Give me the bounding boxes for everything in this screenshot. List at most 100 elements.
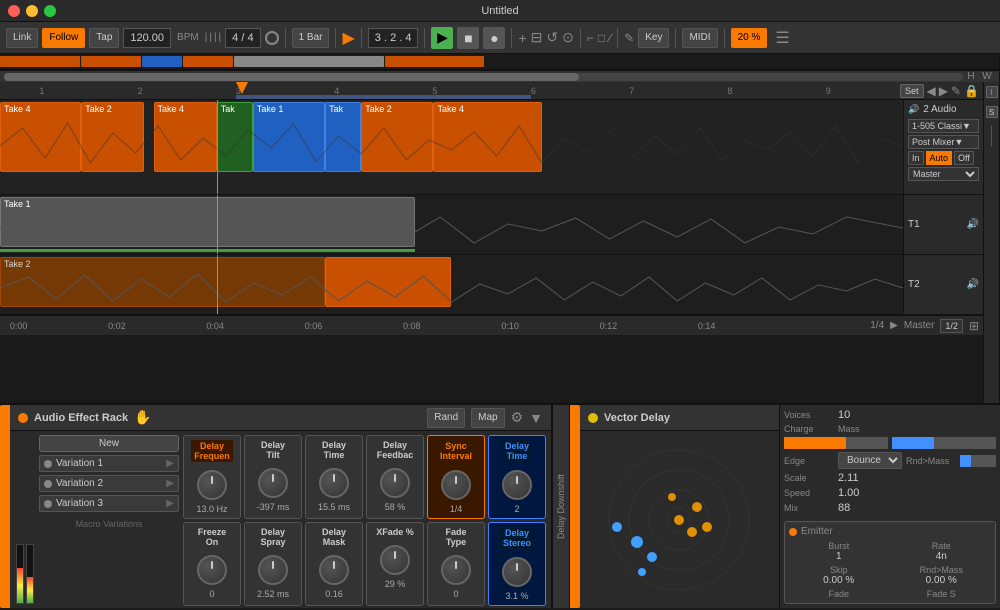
macro-variations-label: Macro Variations	[39, 519, 179, 529]
playhead-line-3	[217, 255, 218, 314]
speed-row: Speed 1.00	[784, 487, 996, 499]
track-3-mute[interactable]: 🔊	[967, 279, 979, 290]
play-button[interactable]: ▶	[431, 27, 453, 49]
knob-fade-type[interactable]	[441, 555, 471, 585]
track-content-2[interactable]: Take 1	[0, 195, 903, 254]
rack-content: New Variation 1 ▶ Variation 2 ▶	[10, 431, 551, 610]
post-mixer-select[interactable]: Post Mixer▼	[908, 135, 979, 149]
pencil-icon[interactable]: ✎	[624, 31, 634, 45]
auto-btn[interactable]: Auto	[926, 151, 953, 165]
playhead-triangle	[236, 82, 248, 94]
knob-delay-stereo[interactable]	[502, 557, 532, 587]
knob-delay-mask[interactable]	[319, 555, 349, 585]
knob-delay-freq[interactable]	[197, 470, 227, 500]
knob-delay-tilt[interactable]	[258, 468, 288, 498]
track-info-3: T2 🔊	[903, 255, 983, 314]
knob-freeze[interactable]	[197, 555, 227, 585]
rand-button[interactable]: Rand	[427, 408, 465, 428]
meter-right-fill	[27, 577, 33, 603]
knob-sync-interval[interactable]	[441, 470, 471, 500]
map-button[interactable]: Map	[471, 408, 504, 428]
new-button[interactable]: New	[39, 435, 179, 452]
side-tab-s[interactable]: S	[986, 106, 998, 118]
knob-delay-time-1[interactable]	[319, 468, 349, 498]
quantize-display[interactable]: 1 Bar	[292, 28, 330, 48]
knob-xfade[interactable]	[380, 545, 410, 575]
voices-row: Voices 10	[784, 409, 996, 421]
w-button[interactable]: W	[979, 71, 995, 83]
grid-icon[interactable]: ⊞	[969, 319, 979, 333]
key-button[interactable]: Key	[638, 28, 669, 48]
variation-1[interactable]: Variation 1 ▶	[39, 455, 179, 472]
side-tab-io[interactable]: I	[986, 86, 998, 98]
edge-dropdown[interactable]: Bounce	[838, 452, 902, 469]
speed-value: 1.00	[838, 487, 859, 499]
collapse-icon[interactable]: ▼	[529, 410, 543, 426]
scrollbar[interactable]: H W	[0, 70, 999, 82]
clip-button[interactable]: ⊟	[531, 29, 543, 46]
rack-right-strip	[570, 405, 580, 608]
track-content-3[interactable]: Take 2	[0, 255, 903, 314]
window-controls[interactable]	[8, 5, 56, 17]
off-btn[interactable]: Off	[954, 151, 974, 165]
track-2-mute[interactable]: 🔊	[967, 219, 979, 230]
variation-3[interactable]: Variation 3 ▶	[39, 495, 179, 512]
track-content-1[interactable]: Take 4 Take 2 Take 4 Tak Take 1 Tak Take…	[0, 100, 903, 194]
record-button[interactable]: ●	[483, 27, 505, 49]
add-button[interactable]: +	[518, 30, 526, 46]
voices-value: 10	[838, 409, 850, 421]
maximize-button[interactable]	[44, 5, 56, 17]
nav-left[interactable]: ◀	[927, 84, 936, 98]
time-sig-display[interactable]: 4 / 4	[225, 28, 260, 48]
master-select[interactable]: Master	[908, 167, 979, 181]
full-rack: Audio Effect Rack ✋ Rand Map ⚙ ▼	[0, 405, 580, 608]
variation-2[interactable]: Variation 2 ▶	[39, 475, 179, 492]
rack-power-indicator	[18, 413, 28, 423]
loop-button[interactable]: ↺	[546, 29, 558, 46]
zoom-display[interactable]: 20 %	[731, 28, 768, 48]
mass-bar-fill	[892, 437, 934, 449]
rnd-mass-label: Rnd>Mass	[906, 456, 956, 466]
menu-icon[interactable]: ☰	[775, 28, 789, 48]
minimize-button[interactable]	[26, 5, 38, 17]
effects-row-2: FreezeOn 0 DelaySpray 2.52 ms	[183, 522, 546, 606]
tool-icon-3[interactable]: ∕	[609, 31, 611, 45]
rnd-mass-bar[interactable]	[960, 455, 996, 467]
module-delay-freq: DelayFrequen 13.0 Hz	[183, 435, 241, 519]
rewind-button[interactable]: ▶	[342, 28, 354, 48]
lock-icon[interactable]: 🔒	[964, 84, 979, 98]
stop-button[interactable]: ■	[457, 27, 479, 49]
follow-button[interactable]: Follow	[42, 28, 85, 48]
h-button[interactable]: H	[963, 71, 979, 83]
knob-delay-feed[interactable]	[380, 468, 410, 498]
pencil-icon-2[interactable]: ✎	[951, 84, 961, 98]
fraction-display[interactable]: 1/2	[940, 319, 963, 333]
playhead-line	[217, 100, 218, 194]
play-icon[interactable]: ▶	[890, 320, 898, 331]
emitter-header: Emitter	[789, 526, 991, 537]
charge-bar[interactable]	[784, 437, 888, 449]
module-delay-time-1-title: DelayTime	[322, 440, 346, 460]
close-button[interactable]	[8, 5, 20, 17]
meter-display: ||||	[205, 32, 221, 43]
set-button[interactable]: Set	[900, 84, 924, 98]
mass-bar[interactable]	[892, 437, 996, 449]
midi-button[interactable]: MIDI	[682, 28, 717, 48]
in-btn[interactable]: In	[908, 151, 924, 165]
settings-icon[interactable]: ⚙	[511, 409, 524, 426]
tool-icon-2[interactable]: □	[598, 31, 605, 45]
master-dropdown[interactable]: Master	[908, 167, 979, 181]
waveform-svg-1	[0, 118, 903, 173]
tool-icon-1[interactable]: ⌐	[587, 31, 594, 45]
knob-delay-time-2[interactable]	[502, 470, 532, 500]
val-delay-time-2: 2	[514, 504, 519, 514]
knob-delay-spray[interactable]	[258, 555, 288, 585]
vector-delay: Vector Delay	[580, 405, 780, 608]
link-button[interactable]: Link	[6, 28, 38, 48]
tap-button[interactable]: Tap	[89, 28, 119, 48]
metro-button[interactable]: ⊙	[562, 29, 574, 46]
nav-right[interactable]: ▶	[939, 84, 948, 98]
preset-select[interactable]: 1-505 Classi▼	[908, 119, 979, 133]
tempo-display[interactable]: 120.00	[123, 28, 171, 48]
ruler-mark-2: 2	[138, 86, 143, 96]
